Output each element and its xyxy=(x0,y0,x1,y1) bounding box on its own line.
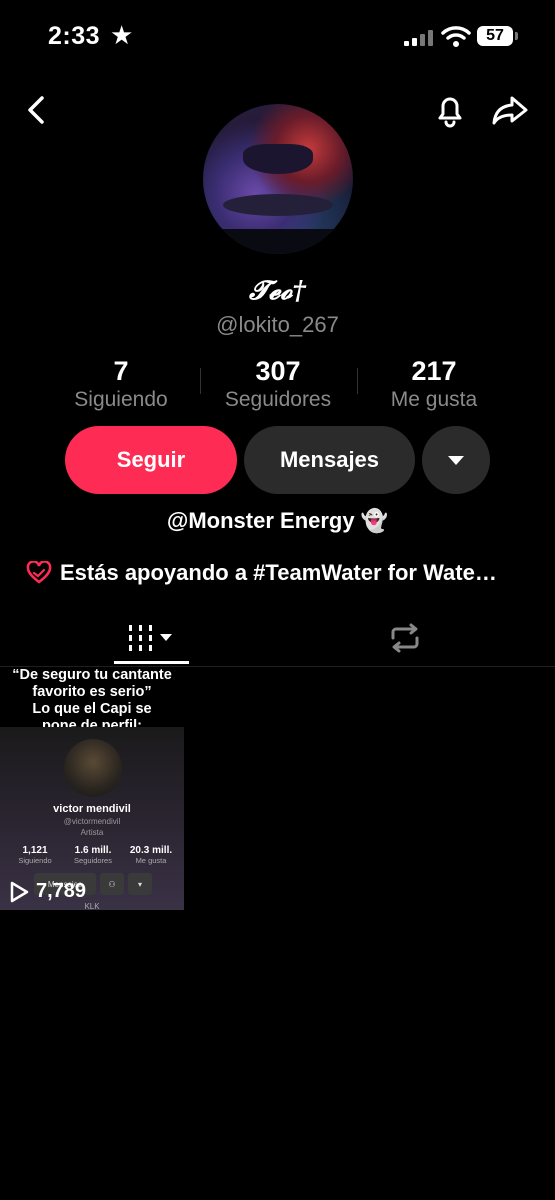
bell-icon[interactable] xyxy=(430,90,470,130)
back-icon[interactable] xyxy=(18,90,58,130)
battery-indicator: 57 xyxy=(477,26,513,46)
video-inner-stat-value: 1.6 mill. xyxy=(74,845,112,856)
video-inner-avatar xyxy=(64,739,122,797)
video-inner-stat-label: Me gusta xyxy=(135,856,167,865)
videos-grid-icon xyxy=(128,625,172,651)
stat-following[interactable]: 7 Siguiendo xyxy=(60,356,182,412)
stat-divider xyxy=(357,368,358,394)
bio-text[interactable]: @Monster Energy 👻 xyxy=(0,508,555,534)
support-text: Estás apoyando a #TeamWater for Wate… xyxy=(60,560,497,585)
status-time: 2:33 xyxy=(48,22,101,50)
chevron-down-icon xyxy=(448,455,464,465)
tab-videos[interactable] xyxy=(114,612,189,664)
video-inner-stat-value: 20.3 mill. xyxy=(129,845,173,856)
video-inner-chevron-icon: ▾ xyxy=(128,873,152,895)
video-inner-stat: 1,121 Siguiendo xyxy=(10,845,60,865)
wifi-icon xyxy=(441,26,471,47)
video-inner-stat-label: Seguidores xyxy=(74,856,112,865)
video-thumbnail[interactable]: “De seguro tu cantante favorito es serio… xyxy=(0,667,184,910)
video-inner-role: Artista xyxy=(80,828,104,837)
video-inner-person-icon: ⚇ xyxy=(100,873,124,895)
video-inner-handle: @victormendivil xyxy=(63,817,121,826)
cell-signal-icon xyxy=(404,30,434,46)
video-caption-line: favorito es serio” xyxy=(32,684,152,700)
more-options-button[interactable] xyxy=(422,426,490,494)
play-count-value: 7,789 xyxy=(36,880,87,902)
support-banner[interactable]: Estás apoyando a #TeamWater for Wate… xyxy=(26,560,536,586)
display-name: 𝓣𝓮𝓸† xyxy=(248,276,307,306)
stat-likes[interactable]: 217 Me gusta xyxy=(370,356,498,412)
status-bar: 2:33 ★ 57 xyxy=(0,0,555,72)
video-inner-stat: 1.6 mill. Seguidores xyxy=(68,845,118,865)
username: @lokito_267 xyxy=(216,312,339,337)
video-inner-footer: KLK xyxy=(84,902,100,910)
video-inner-stat-label: Siguiendo xyxy=(18,856,52,865)
battery-tip xyxy=(515,32,518,40)
stat-likes-label: Me gusta xyxy=(390,388,478,411)
video-caption: “De seguro tu cantante favorito es serio… xyxy=(0,667,184,735)
active-tab-indicator xyxy=(114,661,189,664)
star-icon: ★ xyxy=(110,20,134,50)
stat-following-value: 7 xyxy=(113,356,129,386)
video-inner-name: victor mendivil xyxy=(53,803,131,815)
video-inner-stat: 20.3 mill. Me gusta xyxy=(126,845,176,865)
share-icon[interactable] xyxy=(490,90,530,130)
stat-followers-label: Seguidores xyxy=(224,388,332,411)
heart-hands-icon xyxy=(26,561,52,584)
video-inner-stat-value: 1,121 xyxy=(22,845,48,856)
stat-followers[interactable]: 307 Seguidores xyxy=(208,356,348,412)
stat-likes-value: 217 xyxy=(411,356,457,386)
message-button[interactable]: Mensajes xyxy=(244,426,415,494)
follow-button[interactable]: Seguir xyxy=(65,426,237,494)
stat-followers-value: 307 xyxy=(255,356,301,386)
stat-divider xyxy=(200,368,201,394)
repost-icon xyxy=(391,623,419,653)
video-caption-line: Lo que el Capi se xyxy=(32,701,152,717)
tab-reposts[interactable] xyxy=(370,612,440,664)
stat-following-label: Siguiendo xyxy=(74,388,168,411)
video-caption-line: “De seguro tu cantante xyxy=(12,667,172,683)
play-icon xyxy=(10,881,29,902)
profile-avatar[interactable] xyxy=(203,104,353,254)
video-play-count: 7,789 xyxy=(8,880,86,903)
